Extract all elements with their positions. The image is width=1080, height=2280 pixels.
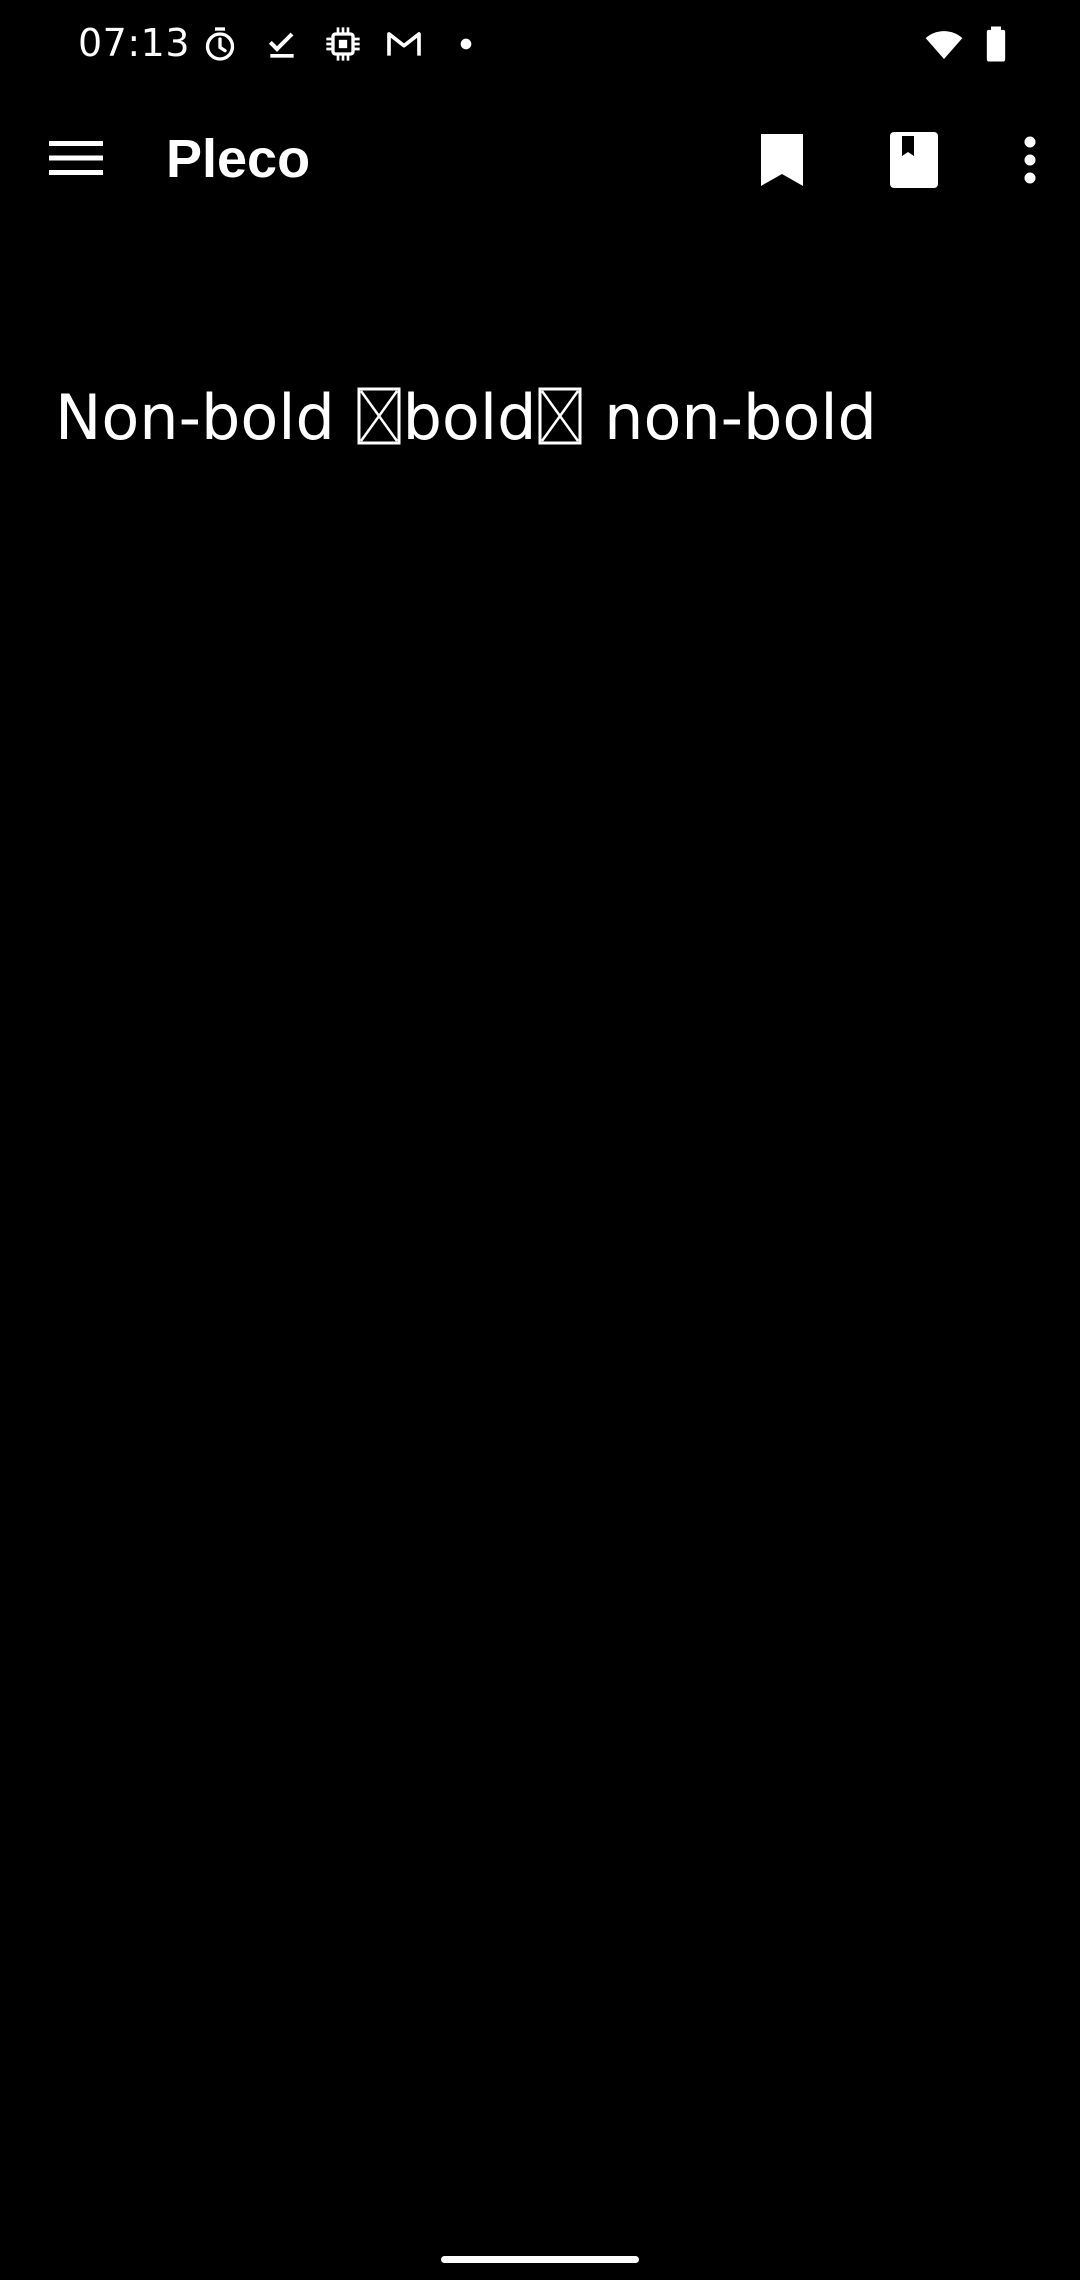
flashcards-button[interactable]	[874, 124, 954, 196]
text-segment-bold: bold	[402, 381, 537, 454]
chip-icon	[323, 24, 363, 64]
stopwatch-icon	[200, 24, 240, 64]
missing-glyph-icon	[538, 387, 582, 445]
gesture-nav-handle[interactable]	[441, 2256, 639, 2263]
menu-button[interactable]	[36, 124, 116, 196]
bookmarks-button[interactable]	[742, 124, 822, 196]
hamburger-menu-icon	[49, 139, 103, 181]
missing-glyph-icon	[357, 387, 401, 445]
app-title: Pleco	[166, 129, 311, 189]
app-bar: Pleco	[0, 110, 1080, 210]
battery-icon	[976, 24, 1016, 64]
status-time: 07:13	[78, 21, 191, 65]
status-bar: 07:13	[0, 0, 1080, 86]
book-bookmark-icon	[890, 132, 938, 188]
dot-icon	[446, 24, 486, 64]
download-done-icon	[262, 24, 302, 64]
more-options-button[interactable]	[990, 124, 1070, 196]
bookmark-icon	[761, 134, 803, 186]
text-segment-non-bold-2: non-bold	[584, 381, 877, 454]
gmail-icon	[384, 24, 424, 64]
text-segment-non-bold-1: Non-bold	[55, 381, 355, 454]
more-vert-icon	[1023, 136, 1037, 184]
wifi-icon	[922, 24, 966, 64]
content-text: Non-bold bold non-bold	[55, 378, 877, 458]
